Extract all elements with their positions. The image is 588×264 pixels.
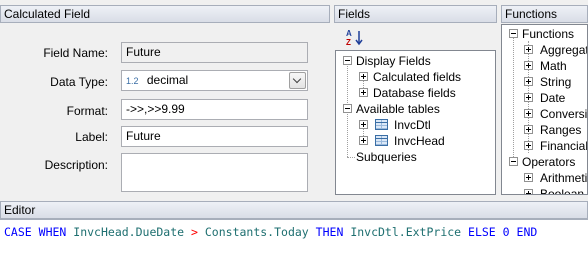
invchead-expander[interactable] <box>359 136 368 145</box>
fields-panel-title: Fields <box>338 7 371 21</box>
svg-text:Z: Z <box>346 38 351 46</box>
identifier-token: InvcHead.DueDate <box>73 225 185 239</box>
field-name-input[interactable]: Future <box>121 42 308 63</box>
tree-item-database-fields[interactable]: Database fields <box>373 85 456 101</box>
ranges-expander[interactable] <box>524 125 533 134</box>
keyword-token: ELSE <box>468 225 496 239</box>
label-label: Label: <box>75 130 108 144</box>
editor-panel-title: Editor <box>4 203 36 217</box>
description-label: Description: <box>44 158 108 172</box>
tree-item-subqueries[interactable]: Subqueries <box>356 149 417 165</box>
tree-item-string[interactable]: String <box>540 74 571 90</box>
functions-tree[interactable]: Functions Aggregate Math String Date Con… <box>501 24 588 195</box>
format-input[interactable]: ->>,>>9.99 <box>121 99 308 120</box>
keyword-token: 0 <box>502 225 510 239</box>
tree-item-functions[interactable]: Functions <box>522 26 574 42</box>
keyword-token: WHEN <box>38 225 67 239</box>
available-tables-expander[interactable] <box>343 104 352 113</box>
tree-item-ranges[interactable]: Ranges <box>540 122 581 138</box>
calculated-field-panel-title: Calculated Field <box>4 7 91 21</box>
format-label: Format: <box>66 104 108 118</box>
sort-az-icon: A Z <box>346 28 364 47</box>
tree-item-calculated-fields[interactable]: Calculated fields <box>373 69 461 85</box>
functions-expander[interactable] <box>509 29 518 38</box>
financial-expander[interactable] <box>524 141 533 150</box>
expression-editor[interactable]: CASE WHEN InvcHead.DueDate > Constants.T… <box>0 219 588 264</box>
operators-expander[interactable] <box>509 157 518 166</box>
calculated-field-panel-header: Calculated Field <box>0 5 330 23</box>
string-expander[interactable] <box>524 77 533 86</box>
date-expander[interactable] <box>524 93 533 102</box>
editor-panel-header: Editor <box>0 201 588 219</box>
description-textarea[interactable] <box>121 153 308 192</box>
label-input[interactable]: Future <box>121 126 308 147</box>
data-type-select[interactable]: 1.2 decimal <box>121 70 308 91</box>
tree-item-operators[interactable]: Operators <box>522 154 575 170</box>
tree-item-conversion[interactable]: Conversion <box>540 106 587 122</box>
boolean-expander[interactable] <box>524 189 533 194</box>
arithmetic-expander[interactable] <box>524 173 533 182</box>
conversion-expander[interactable] <box>524 109 533 118</box>
functions-panel-title: Functions <box>505 7 558 21</box>
tree-item-date[interactable]: Date <box>540 90 565 106</box>
decimal-type-icon: 1.2 <box>126 76 139 86</box>
tree-item-available-tables[interactable]: Available tables <box>356 101 440 117</box>
aggregate-expander[interactable] <box>524 45 533 54</box>
identifier-token: InvcDtl.ExtPrice <box>350 225 462 239</box>
expression-text: CASE WHEN InvcHead.DueDate > Constants.T… <box>4 224 537 240</box>
sort-az-button[interactable]: A Z <box>344 27 364 47</box>
tree-item-display-fields[interactable]: Display Fields <box>356 53 431 69</box>
dropdown-button[interactable] <box>289 72 306 89</box>
invcdtl-expander[interactable] <box>359 120 368 129</box>
functions-panel-header: Functions <box>501 5 588 23</box>
keyword-token: END <box>516 225 538 239</box>
identifier-token: Constants.Today <box>204 225 309 239</box>
calculated-fields-expander[interactable] <box>359 72 368 81</box>
keyword-token: CASE <box>4 225 32 239</box>
tree-item-boolean[interactable]: Boolean <box>540 186 584 194</box>
tree-item-invchead[interactable]: InvcHead <box>394 133 445 149</box>
display-fields-expander[interactable] <box>343 56 352 65</box>
tree-item-invcdtl[interactable]: InvcDtl <box>394 117 431 133</box>
tree-item-arithmetic[interactable]: Arithmetic <box>540 170 587 186</box>
table-icon <box>375 119 388 130</box>
tree-item-math[interactable]: Math <box>540 58 567 74</box>
keyword-token: THEN <box>315 225 344 239</box>
data-type-value: decimal <box>146 73 189 87</box>
field-name-label: Field Name: <box>43 46 108 60</box>
tree-item-financial[interactable]: Financial <box>540 138 587 154</box>
math-expander[interactable] <box>524 61 533 70</box>
chevron-down-icon <box>292 74 302 84</box>
data-type-label: Data Type: <box>50 75 108 89</box>
fields-tree[interactable]: Display Fields Calculated fields Databas… <box>335 50 496 195</box>
fields-panel-header: Fields <box>334 5 497 23</box>
svg-text:A: A <box>346 29 352 38</box>
table-icon <box>375 135 388 146</box>
tree-item-aggregate[interactable]: Aggregate <box>540 42 587 58</box>
database-fields-expander[interactable] <box>359 88 368 97</box>
operator-token: > <box>191 225 198 239</box>
